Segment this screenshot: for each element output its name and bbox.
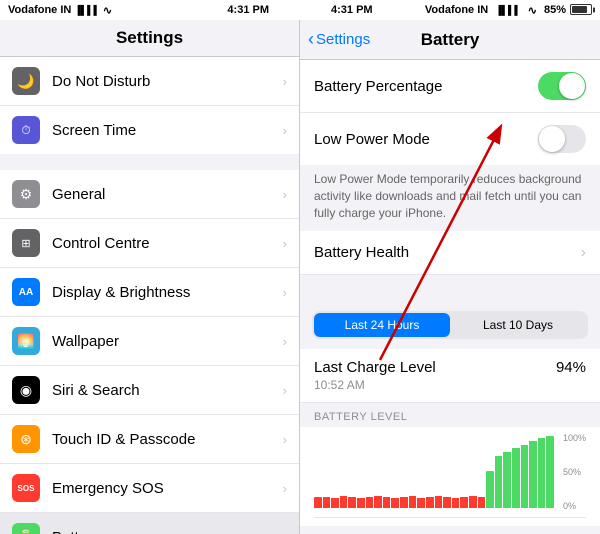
back-chevron-icon: ‹ bbox=[308, 29, 314, 50]
charge-pct: 94% bbox=[556, 359, 586, 376]
control-centre-label: Control Centre bbox=[52, 235, 283, 252]
back-label: Settings bbox=[316, 31, 370, 48]
emergency-sos-label: Emergency SOS bbox=[52, 480, 283, 497]
activity-label: ACTIVITY bbox=[300, 526, 600, 534]
battery-label: Battery bbox=[52, 529, 283, 534]
display-brightness-icon: AA bbox=[12, 278, 40, 306]
settings-item-siri-search[interactable]: ◉ Siri & Search › bbox=[0, 366, 299, 415]
low-power-desc: Low Power Mode temporarily reduces backg… bbox=[300, 165, 600, 231]
low-power-mode-toggle[interactable] bbox=[538, 125, 586, 153]
wifi-right: ∿ bbox=[528, 4, 537, 17]
chart-y-labels: 100% 50% 0% bbox=[563, 433, 586, 511]
carrier-left: Vodafone IN bbox=[8, 4, 71, 16]
general-icon: ⚙ bbox=[12, 180, 40, 208]
chevron-icon: › bbox=[283, 187, 287, 202]
chart-divider bbox=[314, 517, 586, 518]
wallpaper-label: Wallpaper bbox=[52, 333, 283, 350]
battery-health-chevron: › bbox=[581, 244, 586, 262]
battery-percentage-toggle[interactable] bbox=[538, 72, 586, 100]
charge-main-label: Last Charge Level bbox=[314, 359, 556, 376]
touch-id-label: Touch ID & Passcode bbox=[52, 431, 283, 448]
charge-time: 10:52 AM bbox=[314, 378, 556, 392]
settings-item-wallpaper[interactable]: 🌅 Wallpaper › bbox=[0, 317, 299, 366]
settings-title: Settings bbox=[0, 20, 299, 57]
battery-percentage-section: Battery Percentage Low Power Mode bbox=[300, 60, 600, 165]
chevron-icon: › bbox=[283, 74, 287, 89]
siri-search-icon: ◉ bbox=[12, 376, 40, 404]
settings-item-do-not-disturb[interactable]: 🌙 Do Not Disturb › bbox=[0, 57, 299, 106]
touch-id-icon: ⊛ bbox=[12, 425, 40, 453]
chevron-icon: › bbox=[283, 285, 287, 300]
battery-panel: ‹ Settings Battery Battery Percentage Lo… bbox=[300, 20, 600, 534]
signal-right: ▐▌▌▌ bbox=[495, 5, 521, 15]
control-centre-icon: ⊞ bbox=[12, 229, 40, 257]
chevron-icon: › bbox=[283, 334, 287, 349]
time-tabs: Last 24 Hours Last 10 Days bbox=[312, 311, 588, 339]
general-label: General bbox=[52, 186, 283, 203]
do-not-disturb-icon: 🌙 bbox=[12, 67, 40, 95]
settings-item-display-brightness[interactable]: AA Display & Brightness › bbox=[0, 268, 299, 317]
chart-container: 100% 50% 0% bbox=[314, 433, 586, 513]
settings-item-screen-time[interactable]: ⏱ Screen Time › bbox=[0, 106, 299, 154]
low-power-mode-label: Low Power Mode bbox=[314, 131, 538, 148]
chevron-icon: › bbox=[283, 530, 287, 534]
tab-last-24[interactable]: Last 24 Hours bbox=[314, 313, 450, 337]
battery-health-label: Battery Health bbox=[314, 244, 581, 261]
y-label-50: 50% bbox=[563, 467, 586, 477]
settings-item-emergency-sos[interactable]: SOS Emergency SOS › bbox=[0, 464, 299, 513]
time-left: 4:31 PM bbox=[227, 0, 269, 20]
battery-level-chart: 100% 50% 0% bbox=[300, 427, 600, 526]
chevron-icon: › bbox=[283, 383, 287, 398]
toggle-thumb bbox=[539, 126, 565, 152]
y-label-100: 100% bbox=[563, 433, 586, 443]
low-power-mode-row[interactable]: Low Power Mode bbox=[300, 113, 600, 165]
battery-level-label: BATTERY LEVEL bbox=[300, 403, 600, 427]
battery-percentage-row[interactable]: Battery Percentage bbox=[300, 60, 600, 113]
chevron-icon: › bbox=[283, 481, 287, 496]
back-button[interactable]: ‹ Settings bbox=[300, 29, 370, 50]
battery-panel-header: ‹ Settings Battery bbox=[300, 20, 600, 60]
y-label-0: 0% bbox=[563, 501, 586, 511]
battery-percentage-label: Battery Percentage bbox=[314, 78, 538, 95]
settings-panel: Settings 🌙 Do Not Disturb › ⏱ Screen Tim… bbox=[0, 20, 300, 534]
battery-nav-icon: 🔋 bbox=[12, 523, 40, 534]
section-divider bbox=[0, 154, 299, 170]
display-brightness-label: Display & Brightness bbox=[52, 284, 283, 301]
signal-left: ▐▌▌▌ bbox=[74, 5, 100, 15]
chevron-icon: › bbox=[283, 123, 287, 138]
screen-time-label: Screen Time bbox=[52, 122, 283, 139]
charge-label-col: Last Charge Level 10:52 AM bbox=[314, 359, 556, 392]
tab-last-10[interactable]: Last 10 Days bbox=[450, 313, 586, 337]
settings-item-touch-id[interactable]: ⊛ Touch ID & Passcode › bbox=[0, 415, 299, 464]
toggle-thumb bbox=[559, 73, 585, 99]
time-right: 4:31 PM bbox=[331, 0, 373, 20]
screen-time-icon: ⏱ bbox=[12, 116, 40, 144]
section-gap bbox=[300, 275, 600, 297]
chevron-icon: › bbox=[283, 236, 287, 251]
charge-level-section: Last Charge Level 10:52 AM 94% bbox=[300, 349, 600, 403]
settings-item-general[interactable]: ⚙ General › bbox=[0, 170, 299, 219]
emergency-sos-icon: SOS bbox=[12, 474, 40, 502]
siri-search-label: Siri & Search bbox=[52, 382, 283, 399]
battery-panel-title: Battery bbox=[421, 30, 480, 50]
settings-item-battery[interactable]: 🔋 Battery › bbox=[0, 513, 299, 534]
battery-icon-right bbox=[570, 4, 592, 16]
do-not-disturb-label: Do Not Disturb bbox=[52, 73, 283, 90]
settings-item-control-centre[interactable]: ⊞ Control Centre › bbox=[0, 219, 299, 268]
chart-bars bbox=[314, 433, 586, 508]
wifi-left: ∿ bbox=[103, 4, 112, 17]
wallpaper-icon: 🌅 bbox=[12, 327, 40, 355]
carrier-right: Vodafone IN bbox=[425, 4, 488, 16]
battery-pct-right: 85% bbox=[544, 4, 566, 16]
chevron-icon: › bbox=[283, 432, 287, 447]
battery-health-row[interactable]: Battery Health › bbox=[300, 231, 600, 275]
